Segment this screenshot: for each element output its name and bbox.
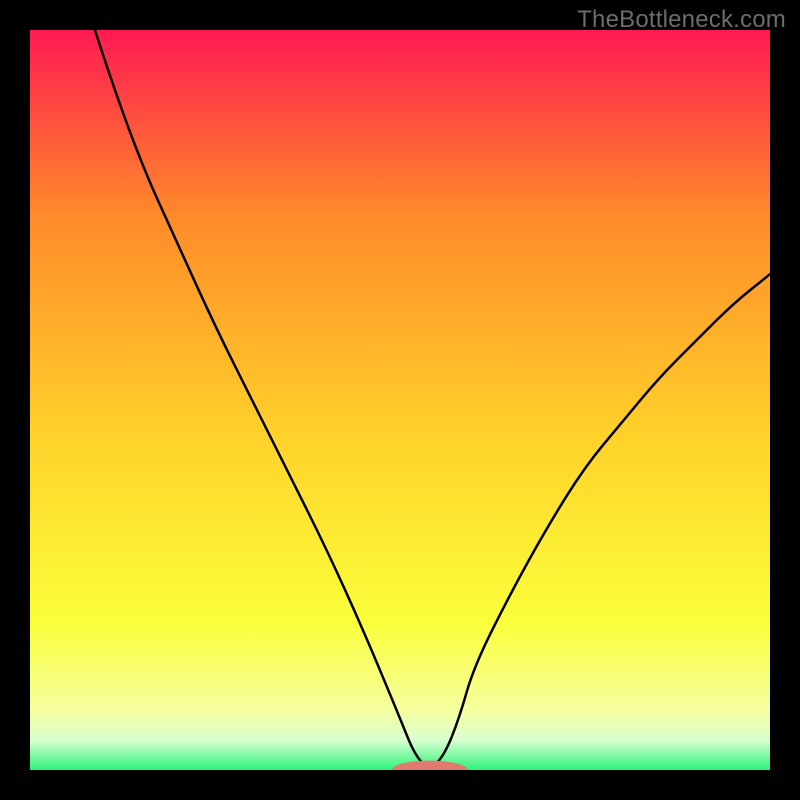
watermark-text: TheBottleneck.com: [577, 6, 786, 34]
bottleneck-chart: [30, 30, 770, 770]
chart-background: [30, 30, 770, 770]
plot-area: [30, 30, 770, 770]
chart-container: TheBottleneck.com: [0, 0, 800, 800]
